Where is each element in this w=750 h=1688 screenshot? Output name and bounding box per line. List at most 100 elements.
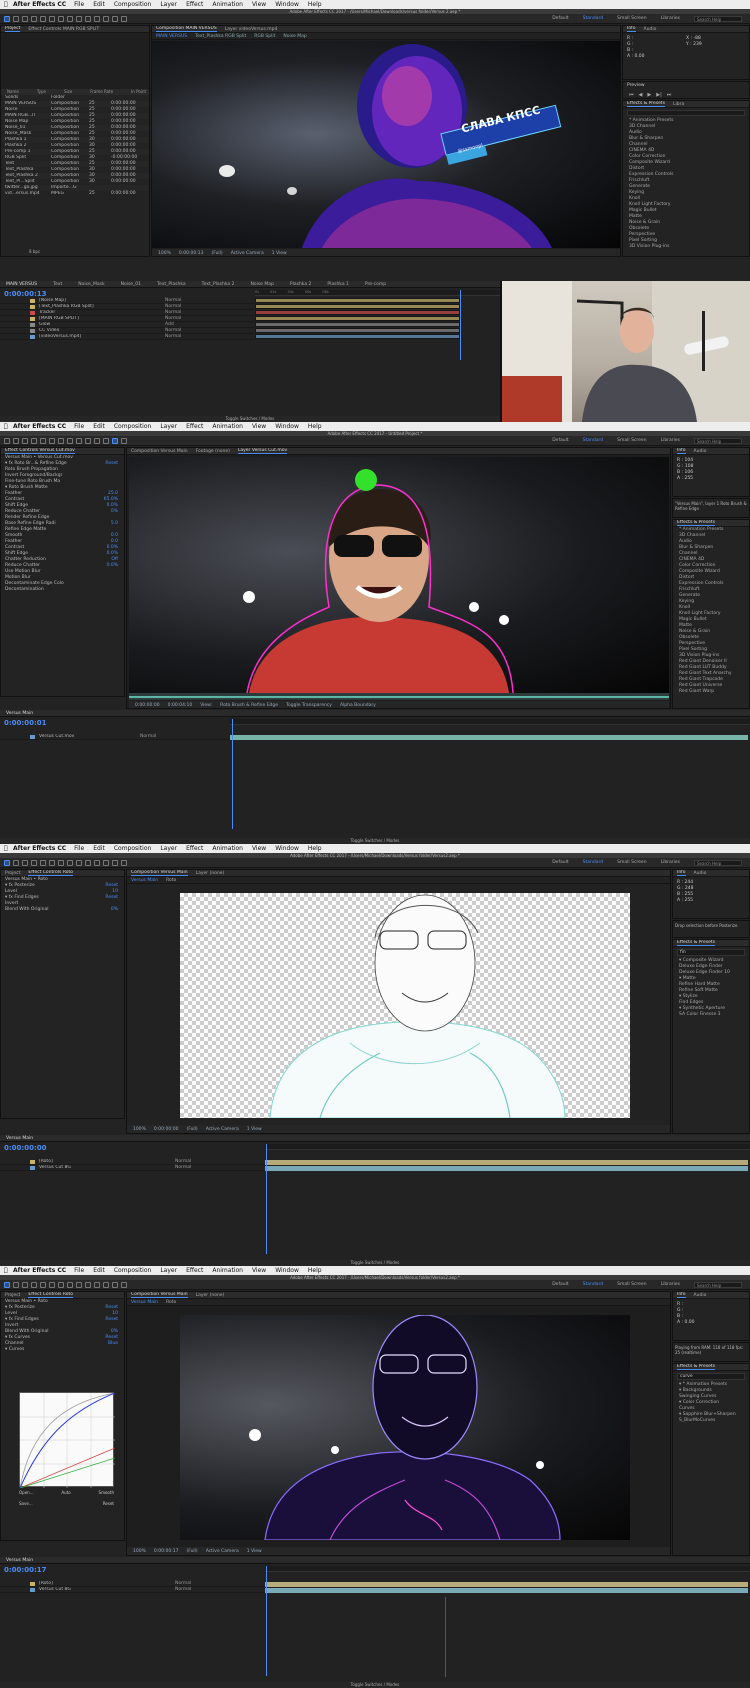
workspace-libraries[interactable]: Libraries: [661, 860, 680, 865]
layer-name[interactable]: Versus Cut.mov: [39, 734, 139, 739]
layer-name[interactable]: [Roto]: [39, 1159, 139, 1164]
type-tool-icon[interactable]: [76, 859, 82, 866]
camera-select[interactable]: Active Camera: [206, 1127, 239, 1132]
menu-view[interactable]: View: [252, 423, 266, 430]
current-time-indicator[interactable]: [266, 1566, 267, 1676]
curves-smooth-button[interactable]: Smooth: [99, 1490, 114, 1495]
tab-layer-versus-cut[interactable]: Layer Versus Cut.mov: [237, 448, 288, 454]
tab-effects-presets[interactable]: Effects & Presets: [627, 101, 666, 107]
tab-project[interactable]: Project: [5, 871, 20, 876]
puppet-tool-icon[interactable]: [121, 437, 127, 444]
composition-viewer[interactable]: [180, 1315, 630, 1540]
layer-bar-roto[interactable]: [265, 1160, 748, 1165]
zoom-tool-icon[interactable]: [22, 859, 28, 866]
tab-info[interactable]: Info: [677, 448, 686, 454]
toggle-transparency[interactable]: Toggle Transparency: [286, 703, 332, 708]
tab-effects-presets[interactable]: Effects & Presets: [677, 940, 716, 946]
curves-graph[interactable]: [19, 1392, 116, 1489]
menu-view[interactable]: View: [252, 1267, 266, 1274]
layer-mode-select[interactable]: Normal: [165, 334, 255, 339]
tab-info[interactable]: Info: [627, 26, 636, 32]
timeline-tab[interactable]: Text: [53, 282, 62, 287]
zoom-tool-icon[interactable]: [22, 1281, 28, 1288]
timeline-tab[interactable]: Pre-comp: [365, 282, 386, 287]
rotate-tool-icon[interactable]: [31, 15, 37, 22]
tab-effect-controls[interactable]: Effect Controls Versus Cut.mov: [5, 448, 75, 454]
menu-animation[interactable]: Animation: [212, 1, 243, 8]
layer-label-color[interactable]: [30, 298, 35, 303]
menu-file[interactable]: File: [74, 1267, 84, 1274]
camera-tool-icon[interactable]: [40, 437, 46, 444]
roto-tool-icon[interactable]: [112, 1281, 118, 1288]
type-tool-icon[interactable]: [76, 15, 82, 22]
menu-help[interactable]: Help: [308, 423, 322, 430]
pan-behind-tool-icon[interactable]: [49, 15, 55, 22]
curves-open-button[interactable]: Open...: [19, 1490, 34, 1495]
menu-file[interactable]: File: [74, 423, 84, 430]
workspace-libraries[interactable]: Libraries: [661, 1282, 680, 1287]
layer-label-color[interactable]: [30, 322, 35, 327]
time-ruler[interactable]: [265, 1566, 750, 1572]
layer-mode-select[interactable]: Normal: [140, 734, 230, 739]
eraser-tool-icon[interactable]: [103, 859, 109, 866]
layer-mode-select[interactable]: Normal: [165, 328, 255, 333]
timeline-tab[interactable]: Text_Plashka 2: [202, 282, 235, 287]
layer-mode-select[interactable]: Add: [165, 322, 255, 327]
composition-viewer[interactable]: СЛАВА КПСС @ssmonpl: [152, 41, 620, 248]
toggle-switches-modes[interactable]: Toggle Switches / Modes: [0, 1682, 750, 1688]
play-icon[interactable]: ▶: [647, 92, 651, 98]
tab-libraries[interactable]: Libra: [673, 102, 684, 107]
type-tool-icon[interactable]: [76, 437, 82, 444]
layer-row[interactable]: Versus Cut 8G Normal: [0, 1165, 265, 1171]
workspace-default[interactable]: Default: [552, 16, 568, 21]
eraser-tool-icon[interactable]: [103, 437, 109, 444]
tab-versus-main[interactable]: Versus Main: [6, 711, 33, 716]
menu-edit[interactable]: Edit: [93, 1, 105, 8]
search-help-input[interactable]: Search Help: [694, 15, 742, 22]
effect-property-row[interactable]: Blend With Original 0%: [1, 907, 124, 913]
hand-tool-icon[interactable]: [13, 15, 19, 22]
layer-duration-bar[interactable]: [255, 334, 460, 339]
layer-duration-bar[interactable]: [255, 322, 460, 327]
tab-layer-none[interactable]: Layer (none): [196, 1293, 225, 1298]
workspace-libraries[interactable]: Libraries: [661, 16, 680, 21]
pan-behind-tool-icon[interactable]: [49, 437, 55, 444]
tab-versus-main[interactable]: Versus Main: [6, 1558, 33, 1563]
menu-composition[interactable]: Composition: [114, 845, 151, 852]
col-in-point[interactable]: In Point: [131, 89, 146, 95]
time-ruler[interactable]: 0s 02s 04s 06s 08s: [255, 290, 500, 296]
breadcrumb-versus-main[interactable]: Versus Main: [131, 878, 158, 883]
workspace-default[interactable]: Default: [552, 1282, 568, 1287]
tab-audio[interactable]: Audio: [644, 27, 657, 32]
mask-tool-icon[interactable]: [58, 437, 64, 444]
apple-icon[interactable]: : [4, 423, 13, 430]
menu-layer[interactable]: Layer: [160, 1267, 177, 1274]
menu-window[interactable]: Window: [275, 423, 299, 430]
pen-tool-icon[interactable]: [67, 859, 73, 866]
breadcrumb-roto[interactable]: Roto: [166, 878, 176, 883]
layer-label-color[interactable]: [30, 316, 35, 321]
tab-effect-controls[interactable]: Effect Controls Roto: [28, 1292, 74, 1298]
pen-tool-icon[interactable]: [67, 15, 73, 22]
rotate-tool-icon[interactable]: [31, 859, 37, 866]
tab-info[interactable]: Info: [677, 870, 686, 876]
tab-project[interactable]: Project: [5, 26, 21, 32]
brush-tool-icon[interactable]: [85, 15, 91, 22]
workspace-small-screen[interactable]: Small Screen: [617, 16, 646, 21]
first-frame-icon[interactable]: ⏮: [629, 92, 634, 98]
menu-help[interactable]: Help: [308, 1267, 322, 1274]
mask-tool-icon[interactable]: [58, 1281, 64, 1288]
menu-edit[interactable]: Edit: [93, 423, 105, 430]
menu-layer[interactable]: Layer: [160, 1, 177, 8]
tab-project[interactable]: Project: [5, 1293, 20, 1298]
menu-composition[interactable]: Composition: [114, 1, 151, 8]
tab-info[interactable]: Info: [677, 1292, 686, 1298]
brush-tool-icon[interactable]: [85, 437, 91, 444]
camera-select[interactable]: Active Camera: [231, 251, 264, 256]
timeline-tab[interactable]: Noise_Mask: [78, 282, 104, 287]
tab-layer-video[interactable]: Layer videoVersus.mp4: [225, 27, 278, 32]
layer-duration-bar[interactable]: [255, 310, 460, 315]
search-help-input[interactable]: Search Help: [694, 1281, 742, 1288]
current-time-display[interactable]: 0:00:00:17: [154, 1549, 179, 1554]
layer-name[interactable]: [Roto]: [39, 1581, 139, 1586]
